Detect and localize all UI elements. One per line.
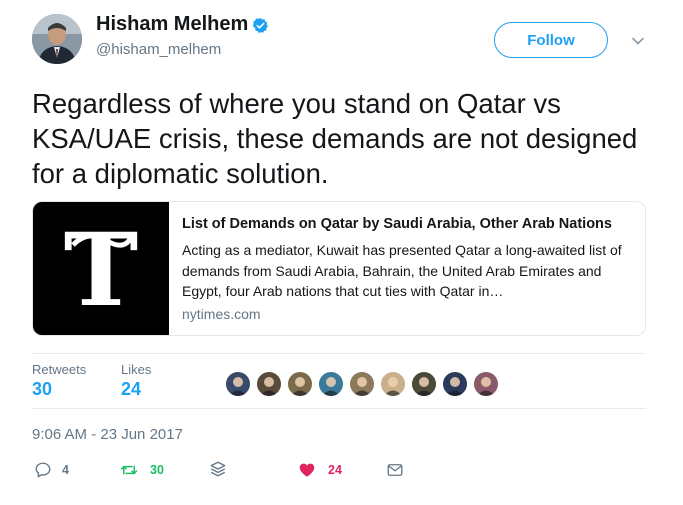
- divider: [32, 408, 646, 409]
- reply-icon: [35, 462, 51, 478]
- avatar[interactable]: [32, 14, 82, 64]
- chevron-down-icon[interactable]: [631, 34, 645, 48]
- liker-avatar[interactable]: [472, 370, 500, 398]
- reply-count: 4: [62, 463, 69, 477]
- author-name[interactable]: Hisham Melhem: [96, 13, 248, 36]
- liker-avatar[interactable]: [224, 370, 252, 398]
- liker-avatar[interactable]: [379, 370, 407, 398]
- verified-badge-icon: [252, 18, 268, 33]
- tweet-text: Regardless of where you stand on Qatar v…: [32, 88, 638, 189]
- envelope-icon: [387, 464, 403, 476]
- liker-avatar[interactable]: [348, 370, 376, 398]
- card-domain: nytimes.com: [182, 306, 261, 322]
- timestamp[interactable]: 9:06 AM - 23 Jun 2017: [32, 426, 183, 443]
- svg-text:T: T: [64, 219, 138, 319]
- card-title[interactable]: List of Demands on Qatar by Saudi Arabia…: [182, 216, 622, 232]
- card-image: T: [33, 202, 169, 335]
- link-card[interactable]: T List of Demands on Qatar by Saudi Arab…: [32, 201, 646, 336]
- heart-icon: [299, 463, 315, 477]
- avatar-photo: [32, 14, 82, 64]
- retweets-stat-value: 30: [32, 379, 53, 399]
- liker-avatar[interactable]: [317, 370, 345, 398]
- retweets-stat[interactable]: Retweets 30: [32, 362, 86, 400]
- retweet-action[interactable]: 30: [120, 461, 164, 479]
- like-action[interactable]: 24: [298, 461, 342, 479]
- share-action[interactable]: [209, 460, 227, 478]
- like-count: 24: [328, 463, 342, 477]
- retweet-icon: [120, 465, 138, 475]
- divider: [32, 353, 646, 354]
- reply-action[interactable]: 4: [34, 461, 69, 479]
- likes-stat-label: Likes: [121, 362, 152, 377]
- author-handle[interactable]: @hisham_melhem: [96, 41, 221, 58]
- liker-avatar[interactable]: [410, 370, 438, 398]
- layers-icon: [210, 461, 226, 477]
- retweet-count: 30: [150, 463, 164, 477]
- card-description: Acting as a mediator, Kuwait has present…: [182, 242, 622, 299]
- nyt-t-logo-icon: T: [64, 219, 138, 319]
- direct-message-action[interactable]: [386, 461, 404, 484]
- follow-button[interactable]: Follow: [494, 22, 608, 58]
- likes-stat[interactable]: Likes 24: [121, 362, 151, 400]
- liker-avatar[interactable]: [286, 370, 314, 398]
- likes-stat-value: 24: [121, 379, 142, 399]
- retweets-stat-label: Retweets: [32, 362, 87, 377]
- liker-avatar[interactable]: [255, 370, 283, 398]
- liker-avatar[interactable]: [441, 370, 469, 398]
